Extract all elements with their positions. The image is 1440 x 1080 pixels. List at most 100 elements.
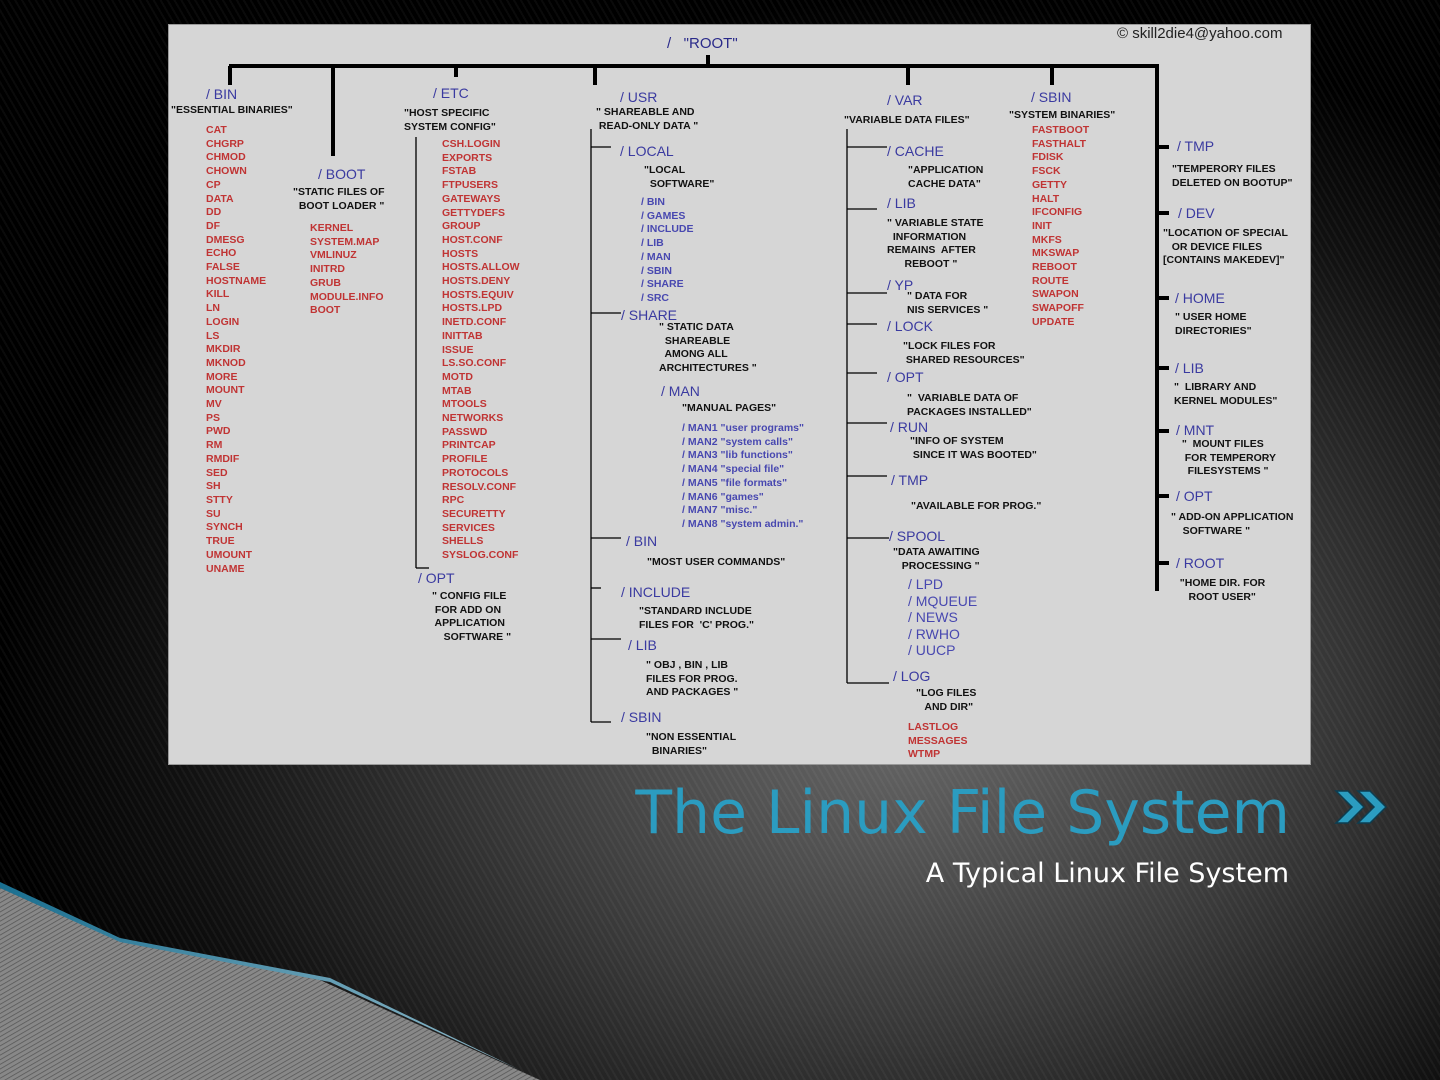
list-item: FDISK [1032,151,1064,164]
list-item: / LIB [641,237,664,250]
list-item: RPC [442,494,465,507]
dir-usr-sbin-desc: "NON ESSENTIAL BINARIES" [646,731,737,757]
list-item: SYSLOG.CONF [442,549,519,562]
list-item: HOSTNAME [206,274,267,287]
dir-usr-label: / USR [620,89,658,105]
list-item: / MAN [641,250,671,263]
list-item: HOSTS.LPD [442,302,503,315]
list-item: FASTHALT [1032,137,1087,150]
slide-title: The Linux File System [635,778,1290,848]
dir-var-run-desc: "INFO OF SYSTEM SINCE IT WAS BOOTED" [910,435,1037,461]
list-item: HOSTS.DENY [442,275,511,288]
dir-sbin-desc: "SYSTEM BINARIES" [1009,109,1116,121]
list-item: MOUNT [206,384,245,397]
list-item: BOOT [310,304,341,317]
dir-root-desc: "HOME DIR. FOR ROOT USER" [1179,577,1266,603]
list-item: DF [206,219,220,232]
list-item: / SBIN [641,264,672,277]
dir-root-label: / ROOT [1176,555,1225,571]
dir-var-opt-label: / OPT [887,369,924,385]
list-item: MORE [206,370,238,383]
list-item: CP [206,178,221,191]
list-item: UPDATE [1032,315,1075,328]
list-item: LOGIN [206,315,240,328]
list-item: KILL [206,288,230,301]
list-item: FTPUSERS [442,179,499,192]
list-item: DMESG [206,233,245,246]
list-item: VMLINUZ [310,249,357,262]
list-item: LASTLOG [908,721,959,733]
list-item: UMOUNT [206,548,253,561]
list-item: / SRC [641,291,670,304]
list-item: MOTD [442,370,473,383]
dir-mnt-label: / MNT [1176,422,1215,438]
dir-var-tmp-label: / TMP [891,472,929,488]
dir-var-cache-desc: "APPLICATION CACHE DATA" [908,164,984,190]
dir-usr-include-label: / INCLUDE [621,584,691,600]
list-item: / RWHO [908,625,960,642]
list-item: / MAN8 "system admin." [682,517,804,530]
list-item: PWD [206,425,231,438]
dir-usr-lib-label: / LIB [628,637,657,653]
dir-usr-local-items: / BIN / GAMES / INCLUDE / LIB / MAN / SBIN / S… [641,196,694,306]
dir-usr-bin-desc: "MOST USER COMMANDS" [647,556,786,568]
dir-var-desc: "VARIABLE DATA FILES" [844,114,970,126]
tree-lines [228,55,1169,723]
list-item: FASTBOOT [1032,124,1090,136]
list-item: KERNEL [310,222,354,234]
list-item: CHMOD [206,151,246,164]
dir-var-spool-items: / LPD / MQUEUE / NEWS / RWHO / UUCP [908,576,977,659]
list-item: / MAN2 "system calls" [682,435,793,448]
list-item: SWAPON [1032,288,1079,301]
dir-usr-man-items: / MAN1 "user programs" / MAN2 "system cal… [682,422,804,532]
dir-etc-label: / ETC [433,85,469,101]
root-directory-label: / "ROOT" [667,35,738,52]
list-item: / UUCP [908,642,956,658]
list-item: IFCONFIG [1032,206,1083,219]
list-item: MODULE.INFO [310,290,384,303]
list-item: SERVICES [442,521,495,534]
dir-var-spool-desc: "DATA AWAITING PROCESSING " [893,546,980,572]
list-item: / GAMES [641,209,686,222]
list-item: LS.SO.CONF [442,357,507,370]
dir-var-run-label: / RUN [890,419,929,435]
dir-bin-label: / BIN [206,86,238,102]
slide-subtitle: A Typical Linux File System [925,858,1289,889]
list-item: HOSTS [442,247,479,260]
list-item: HOST.CONF [442,233,503,246]
dir-home-desc: " USER HOME DIRECTORIES" [1175,311,1252,337]
list-item: MKSWAP [1032,247,1080,260]
list-item: LS [206,329,220,342]
list-item: GETTYDEFS [442,206,506,219]
list-item: SYSTEM.MAP [310,235,380,248]
list-item: NETWORKS [442,412,504,425]
double-chevron-right-icon[interactable] [1334,788,1394,828]
dir-boot-desc: "STATIC FILES OF BOOT LOADER " [293,186,385,212]
dir-bin-desc: "ESSENTIAL BINARIES" [171,104,293,116]
dir-lib-label: / LIB [1175,360,1204,376]
list-item: LN [206,302,220,315]
dir-boot-items: KERNEL SYSTEM.MAP VMLINUZ INITRD GRUB MODULE.… [310,222,384,318]
dir-usr-bin-label: / BIN [626,533,658,549]
list-item: PS [206,411,221,424]
dir-var-spool-label: / SPOOL [889,528,946,544]
list-item: SED [206,466,228,479]
copyright-text: © skill2die4@yahoo.com [1117,25,1283,42]
list-item: / SHARE [641,278,684,291]
list-item: INETD.CONF [442,316,507,329]
dir-var-lock-desc: "LOCK FILES FOR SHARED RESOURCES" [903,340,1025,366]
list-item: PROTOCOLS [442,466,509,479]
dir-tmp-desc: "TEMPERORY FILES DELETED ON BOOTUP" [1172,163,1293,189]
list-item: RESOLV.CONF [442,480,517,493]
dir-opt-label: / OPT [1176,488,1213,504]
decorative-swoosh [0,882,540,1080]
dir-dev-label: / DEV [1178,205,1215,221]
list-item: RM [206,439,223,452]
dir-var-log-items: LASTLOG MESSAGES WTMP [908,721,968,762]
dir-var-tmp-desc: "AVAILABLE FOR PROG." [911,500,1042,512]
list-item: ROUTE [1032,274,1069,287]
list-item: TRUE [206,535,235,548]
dir-usr-local-label: / LOCAL [620,143,674,159]
list-item: PASSWD [442,425,488,438]
dir-boot-label: / BOOT [318,166,366,182]
